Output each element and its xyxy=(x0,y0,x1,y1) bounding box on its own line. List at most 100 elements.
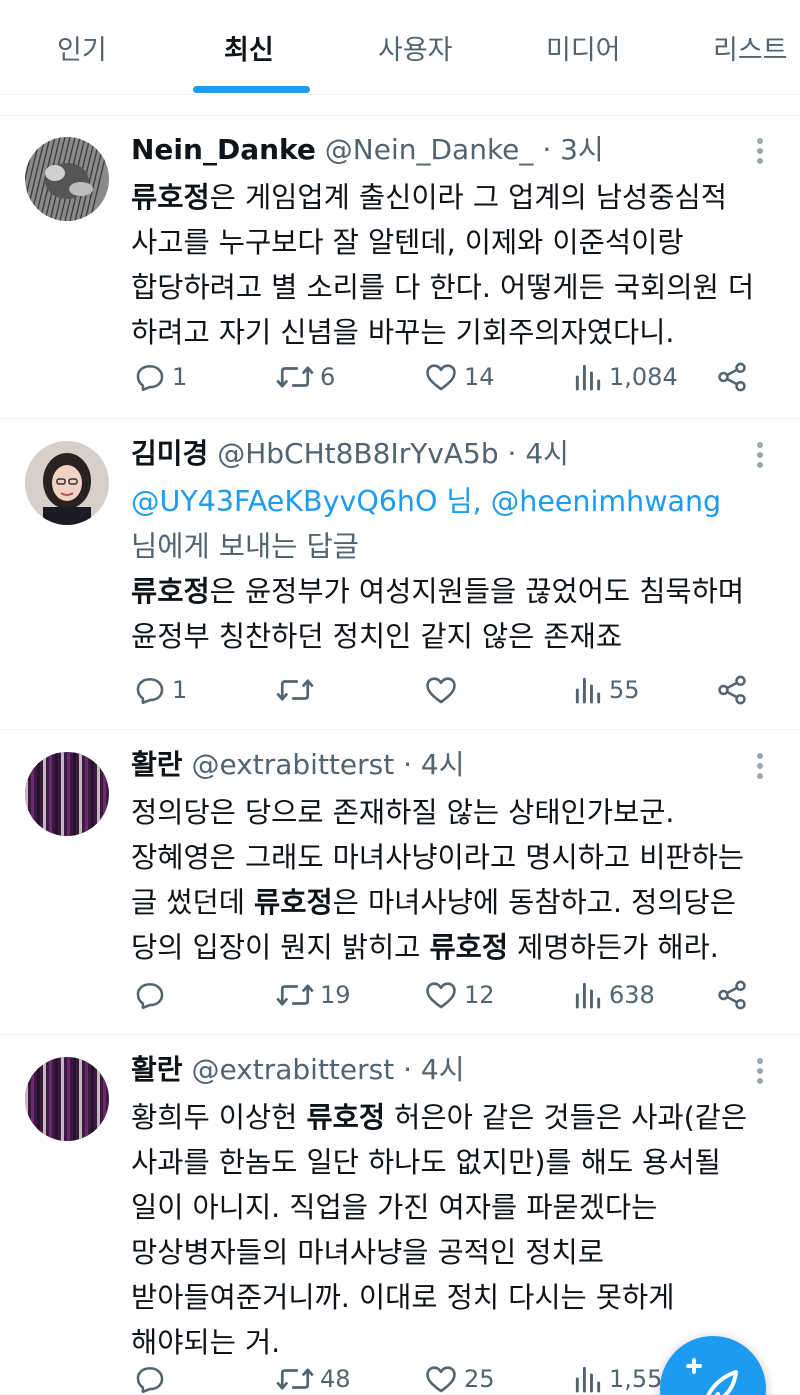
user-handle[interactable]: @extrabitterst xyxy=(191,1053,394,1086)
like-button[interactable] xyxy=(423,670,464,710)
tweet[interactable]: Nein_Danke @Nein_Danke_ · 3시류호정은 게임업계 출신… xyxy=(0,117,800,419)
reply-button[interactable] xyxy=(133,1359,172,1395)
text-segment: 은 윤정부가 여성지원들을 끊었어도 침묵하며 xyxy=(209,575,745,608)
views-button[interactable]: 1,084 xyxy=(572,357,678,397)
text-line: 망상병자들의 마녀사냥을 공적인 정치로 xyxy=(131,1230,781,1275)
user-handle[interactable]: @HbCHt8B8IrYvA5b xyxy=(217,437,498,470)
tweet-header: 활란 @extrabitterst · 4시 xyxy=(131,747,465,783)
display-name[interactable]: 활란 xyxy=(131,748,183,781)
text-segment: 글 썼던데 xyxy=(131,886,254,919)
tweet-text: 황희두 이상헌 류호정 허은아 같은 것들은 사과(같은 사과를 한놈도 일단 하… xyxy=(131,1095,781,1365)
tweet[interactable]: 활란 @extrabitterst · 4시정의당은 당으로 존재하질 않는 상… xyxy=(0,730,800,1035)
bar-chart-icon xyxy=(572,978,604,1012)
text-line: 당의 입장이 뭔지 밝히고 류호정 제명하든가 해라. xyxy=(131,925,781,970)
reply-icon xyxy=(133,1362,167,1395)
compose-feather-plus-icon xyxy=(686,1358,738,1395)
text-line: 윤정부 칭찬하던 정치인 같지 않은 존재죠 xyxy=(131,614,781,659)
repost-button[interactable]: 48 xyxy=(275,1359,351,1395)
bar-chart-icon xyxy=(572,360,604,394)
text-line: 류호정은 게임업계 출신이라 그 업계의 남성중심적 xyxy=(131,175,781,220)
repost-button[interactable]: 19 xyxy=(275,975,351,1015)
views-count: 1,084 xyxy=(609,363,678,391)
tweet-header: Nein_Danke @Nein_Danke_ · 3시 xyxy=(131,132,604,168)
reply-mentions[interactable]: @UY43FAeKByvQ6hO 님, @heenimhwang xyxy=(131,479,781,524)
tab-latest[interactable]: 최신 xyxy=(224,28,274,67)
text-segment: 해야되는 거. xyxy=(131,1326,281,1359)
more-options-icon[interactable] xyxy=(748,138,772,170)
share-button[interactable] xyxy=(715,357,749,397)
likes-count: 25 xyxy=(464,1365,495,1393)
tweet-text: 정의당은 당으로 존재하질 않는 상태인가보군. 장혜영은 그래도 마녀사냥이라고… xyxy=(131,790,781,970)
text-line: 글 썼던데 류호정은 마녀사냥에 동참하고. 정의당은 xyxy=(131,880,781,925)
reply-icon xyxy=(133,978,167,1012)
replies-count: 1 xyxy=(172,676,188,704)
share-button[interactable] xyxy=(715,975,749,1015)
bar-chart-icon xyxy=(572,1362,604,1395)
text-line: 받아들여준거니까. 이대로 정치 다시는 못하게 xyxy=(131,1275,781,1320)
text-segment: 정의당은 당으로 존재하질 않는 상태인가보군. xyxy=(131,796,675,829)
reposts-count: 19 xyxy=(320,981,351,1009)
text-segment: 사고를 누구보다 잘 알텐데, 이제와 이준석이랑 xyxy=(131,226,684,259)
like-button[interactable]: 14 xyxy=(423,357,495,397)
views-count: 55 xyxy=(609,676,640,704)
text-line: 황희두 이상헌 류호정 허은아 같은 것들은 사과(같은 xyxy=(131,1095,781,1140)
timestamp[interactable]: · 4시 xyxy=(508,437,569,470)
views-button[interactable]: 638 xyxy=(572,975,655,1015)
text-line: 류호정은 윤정부가 여성지원들을 끊었어도 침묵하며 xyxy=(131,569,781,614)
like-button[interactable]: 12 xyxy=(423,975,495,1015)
tweet-header: 활란 @extrabitterst · 4시 xyxy=(131,1052,465,1088)
reposts-count: 48 xyxy=(320,1365,351,1393)
tab-lists[interactable]: 리스트 xyxy=(713,28,788,67)
likes-count: 14 xyxy=(464,363,495,391)
text-line: 사과를 한놈도 일단 하나도 없지만)를 해도 용서될 xyxy=(131,1140,781,1185)
display-name[interactable]: Nein_Danke xyxy=(131,133,316,166)
timestamp[interactable]: · 4시 xyxy=(403,1053,464,1086)
avatar[interactable] xyxy=(25,441,109,525)
tab-people[interactable]: 사용자 xyxy=(378,28,453,67)
like-button[interactable]: 25 xyxy=(423,1359,495,1395)
bar-chart-icon xyxy=(572,673,604,707)
share-icon xyxy=(715,360,749,394)
tab-media[interactable]: 미디어 xyxy=(546,28,621,67)
text-segment: 당의 입장이 뭔지 밝히고 xyxy=(131,931,430,964)
tweet-text: 류호정은 게임업계 출신이라 그 업계의 남성중심적사고를 누구보다 잘 알텐데… xyxy=(131,175,781,355)
text-line: 사고를 누구보다 잘 알텐데, 이제와 이준석이랑 xyxy=(131,220,781,265)
more-options-icon[interactable] xyxy=(748,1058,772,1090)
views-button[interactable]: 55 xyxy=(572,670,640,710)
replies-count: 1 xyxy=(172,363,188,391)
heart-icon xyxy=(423,360,459,394)
display-name[interactable]: 활란 xyxy=(131,1053,183,1086)
text-line: 정의당은 당으로 존재하질 않는 상태인가보군. xyxy=(131,790,781,835)
views-count: 1,55 xyxy=(609,1365,663,1393)
text-segment: 받아들여준거니까. 이대로 정치 다시는 못하게 xyxy=(131,1281,675,1314)
avatar[interactable] xyxy=(25,1057,109,1141)
reply-button[interactable] xyxy=(133,975,172,1015)
text-segment: 윤정부 칭찬하던 정치인 같지 않은 존재죠 xyxy=(131,620,623,653)
repost-icon xyxy=(275,673,315,707)
share-icon xyxy=(715,673,749,707)
reply-icon xyxy=(133,673,167,707)
share-icon xyxy=(715,978,749,1012)
timestamp[interactable]: · 3시 xyxy=(542,133,603,166)
more-options-icon[interactable] xyxy=(748,442,772,474)
tweet[interactable]: 김미경 @HbCHt8B8IrYvA5b · 4시 @UY43FAeKByvQ6h… xyxy=(0,419,800,730)
more-options-icon[interactable] xyxy=(748,753,772,785)
avatar[interactable] xyxy=(25,137,109,221)
user-handle[interactable]: @Nein_Danke_ xyxy=(325,133,534,166)
reply-button[interactable]: 1 xyxy=(133,357,187,397)
text-segment: 황희두 이상헌 xyxy=(131,1101,307,1134)
timestamp[interactable]: · 4시 xyxy=(403,748,464,781)
text-segment: 합당하려고 별 소리를 다 한다. 어떻게든 국회의원 더 xyxy=(131,271,755,304)
repost-button[interactable] xyxy=(275,670,320,710)
views-button[interactable]: 1,55 xyxy=(572,1359,662,1395)
compose-button[interactable] xyxy=(660,1336,766,1395)
highlighted-term: 류호정 xyxy=(306,1101,386,1134)
reply-button[interactable]: 1 xyxy=(133,670,187,710)
text-segment: 망상병자들의 마녀사냥을 공적인 정치로 xyxy=(131,1236,604,1269)
user-handle[interactable]: @extrabitterst xyxy=(191,748,394,781)
avatar[interactable] xyxy=(25,752,109,836)
display-name[interactable]: 김미경 xyxy=(131,437,208,470)
share-button[interactable] xyxy=(715,670,749,710)
tab-popular[interactable]: 인기 xyxy=(57,28,107,67)
repost-button[interactable]: 6 xyxy=(275,357,335,397)
